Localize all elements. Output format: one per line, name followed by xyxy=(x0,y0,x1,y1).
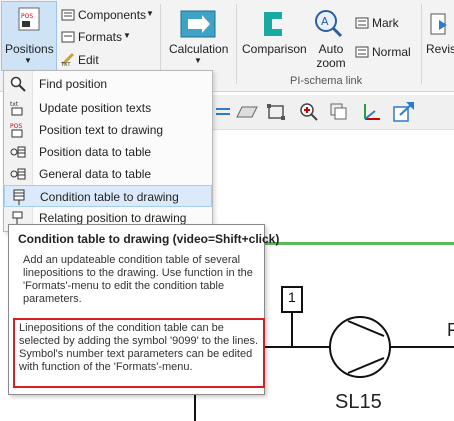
edge-label: F xyxy=(447,320,454,340)
pump-label: SL15 xyxy=(335,391,382,413)
general-table-icon xyxy=(10,168,26,180)
menu-item-find-position[interactable]: Find position xyxy=(4,73,212,95)
menu-item-label: Update position texts xyxy=(39,101,152,115)
tooltip-title: Condition table to drawing (video=Shift+… xyxy=(18,232,280,246)
menu-item-label: Position data to table xyxy=(39,145,152,159)
position-tag-number: 1 xyxy=(288,289,296,305)
menu-item-label: Position text to drawing xyxy=(39,123,164,137)
svg-text:POS: POS xyxy=(10,123,22,130)
condition-table-icon xyxy=(13,189,25,205)
menu-item-general-data-to-table[interactable]: General data to table xyxy=(4,163,212,185)
search-icon xyxy=(10,76,26,92)
pos-text-icon: POS xyxy=(10,123,23,138)
update-text-icon: txt xyxy=(10,101,23,116)
positions-menu: Find position txt Update position texts … xyxy=(3,70,213,232)
tooltip-description: Add an updateable condition table of sev… xyxy=(23,254,253,305)
tooltip-condition-table: Condition table to drawing (video=Shift+… xyxy=(8,224,279,395)
menu-item-position-text-to-drawing[interactable]: POS Position text to drawing xyxy=(4,119,212,141)
menu-item-condition-table-to-drawing[interactable]: Condition table to drawing xyxy=(4,185,212,207)
menu-item-position-data-to-table[interactable]: Position data to table xyxy=(4,141,212,163)
menu-item-label: Find position xyxy=(39,77,108,91)
menu-item-label: Relating position to drawing xyxy=(39,211,187,225)
menu-item-label: Condition table to drawing xyxy=(40,190,179,204)
pos-table-icon xyxy=(10,146,26,158)
svg-text:txt: txt xyxy=(10,101,19,108)
menu-item-update-position-texts[interactable]: txt Update position texts xyxy=(4,97,212,119)
menu-item-label: General data to table xyxy=(39,167,152,181)
tooltip-note: Linepositions of the condition table can… xyxy=(13,318,265,388)
